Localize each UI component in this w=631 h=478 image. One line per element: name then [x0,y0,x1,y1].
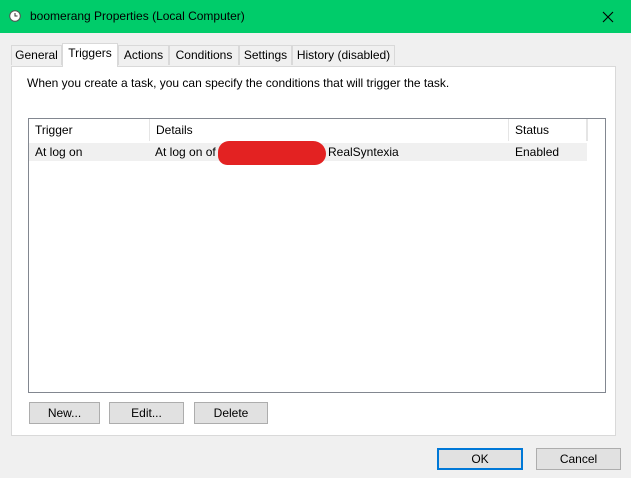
edit-button[interactable]: Edit... [109,402,184,424]
window-title: boomerang Properties (Local Computer) [30,9,245,23]
clock-icon [9,10,21,22]
column-header-details[interactable]: Details [150,119,509,141]
column-header-status[interactable]: Status [509,119,587,141]
close-button[interactable] [585,0,631,33]
ok-button[interactable]: OK [437,448,523,470]
title-bar[interactable]: boomerang Properties (Local Computer) [0,0,631,33]
tab-general[interactable]: General [11,45,62,65]
tab-triggers[interactable]: Triggers [62,43,118,67]
header-filler [587,119,606,141]
redaction-mark [218,141,326,165]
close-icon [602,11,614,22]
status-cell: Enabled [515,145,560,159]
tab-settings[interactable]: Settings [239,45,292,65]
new-button[interactable]: New... [29,402,100,424]
details-suffix: RealSyntexia [328,145,399,159]
tab-history[interactable]: History (disabled) [292,45,395,65]
tab-conditions[interactable]: Conditions [169,45,239,65]
triggers-list[interactable]: Trigger Details Status At log on At log … [28,118,606,393]
tab-actions[interactable]: Actions [118,45,169,65]
list-header: Trigger Details Status [29,119,587,141]
details-prefix: At log on of [155,145,216,159]
cancel-button[interactable]: Cancel [536,448,621,470]
triggers-description: When you create a task, you can specify … [27,76,450,90]
column-header-trigger[interactable]: Trigger [29,119,150,141]
trigger-cell: At log on [35,145,83,159]
properties-dialog: boomerang Properties (Local Computer) Ge… [0,0,631,478]
delete-button[interactable]: Delete [194,402,268,424]
triggers-panel: When you create a task, you can specify … [11,66,616,436]
table-row[interactable]: At log on At log on of RealSyntexia Enab… [29,141,587,165]
